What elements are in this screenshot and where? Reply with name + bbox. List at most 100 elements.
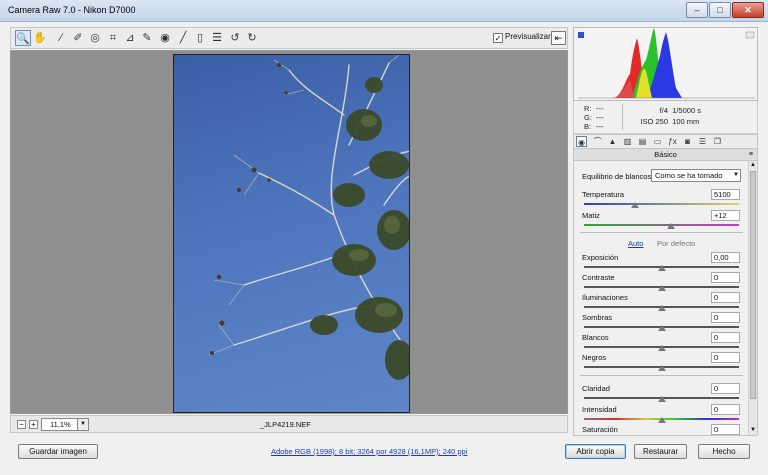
done-button[interactable]: Hecho	[698, 444, 750, 459]
zoom-out-button[interactable]: −	[17, 420, 26, 429]
slider-thumb[interactable]	[666, 223, 675, 230]
slider-track[interactable]	[584, 203, 739, 205]
scroll-up-icon[interactable]: ▲	[749, 161, 757, 169]
minimize-button[interactable]: –	[686, 2, 708, 18]
spot-removal-tool-icon[interactable]: ✎	[139, 30, 155, 46]
default-link[interactable]: Por defecto	[657, 239, 695, 248]
slider-value-field[interactable]: 0	[711, 292, 740, 303]
open-copy-button[interactable]: Abrir copia	[565, 444, 626, 459]
histogram	[573, 27, 758, 101]
tree-photo	[208, 55, 409, 380]
divider	[622, 104, 623, 130]
graduated-filter-icon[interactable]: ▯	[192, 30, 208, 46]
basic-panel: Equilibrio de blancos: Como se ha tomado…	[573, 161, 758, 436]
adjustment-brush-icon[interactable]: ╱	[175, 30, 191, 46]
slider-value-field[interactable]: 0	[711, 272, 740, 283]
slider-thumb[interactable]	[657, 345, 666, 352]
workflow-options-link[interactable]: Adobe RGB (1998); 8 bit; 3264 por 4928 (…	[271, 447, 467, 456]
slider-label: Sombras	[582, 313, 613, 322]
window-title: Camera Raw 7.0 - Nikon D7000	[8, 5, 136, 15]
rotate-right-icon[interactable]: ↻	[244, 30, 260, 46]
preview-checkbox[interactable]: ✓	[493, 33, 503, 43]
slider-value-field[interactable]: 0	[711, 332, 740, 343]
tab-snapshots-icon[interactable]: ❐	[712, 136, 723, 147]
tab-detail-icon[interactable]: ▲	[607, 136, 618, 147]
slider-value-field[interactable]: 0	[711, 424, 740, 435]
highlight-clipping-icon	[745, 31, 755, 39]
tab-lens-corrections-icon[interactable]: ▭	[652, 136, 663, 147]
red-eye-tool-icon[interactable]: ◉	[157, 30, 173, 46]
scroll-down-icon[interactable]: ▼	[749, 426, 757, 434]
white-balance-tool-icon[interactable]: ⁄	[53, 30, 69, 46]
tab-presets-icon[interactable]: ☰	[697, 136, 708, 147]
slider-thumb[interactable]	[657, 265, 666, 272]
slider-value-field[interactable]: 0	[711, 383, 740, 394]
slider-label: Claridad	[582, 384, 610, 393]
slider-value-field[interactable]: 0	[711, 352, 740, 363]
panel-tabs: ◉ ⌒ ▲ ▥ ▤ ▭ ƒx ◙ ☰ ❐	[573, 134, 758, 149]
auto-link[interactable]: Auto	[628, 239, 643, 248]
filename-label: _JLP4219.NEF	[260, 420, 311, 429]
save-image-button[interactable]: Guardar imagen	[18, 444, 98, 459]
toolbar: 🔍 ✋ ⁄ ✐ ◎ ⌗ ⊿ ✎ ◉ ╱ ▯ ☰ ↺ ↻ ✓ Previsualizar ⇤	[10, 27, 568, 49]
hand-tool-icon[interactable]: ✋	[32, 30, 48, 46]
rotate-left-icon[interactable]: ↺	[227, 30, 243, 46]
tab-camera-calibration-icon[interactable]: ◙	[682, 136, 693, 147]
preview-toggle[interactable]: ✓ Previsualizar	[493, 32, 551, 43]
photo-preview[interactable]	[173, 54, 410, 413]
shadow-clipping-icon	[578, 32, 584, 38]
slider-value-field[interactable]: 0,00	[711, 252, 740, 263]
slider-thumb[interactable]	[657, 305, 666, 312]
zoom-tool-icon[interactable]: 🔍	[15, 30, 31, 46]
tab-effects-icon[interactable]: ƒx	[667, 136, 678, 147]
white-balance-value: Como se ha tomado	[655, 171, 723, 180]
divider	[580, 232, 743, 233]
slider-label: Saturación	[582, 425, 618, 434]
slider-label: Negros	[582, 353, 607, 362]
target-adjustment-tool-icon[interactable]: ◎	[87, 30, 103, 46]
slider-track[interactable]	[584, 224, 739, 226]
slider-label: Iluminaciones	[582, 293, 628, 302]
white-balance-select[interactable]: Como se ha tomado ▼	[651, 169, 741, 182]
slider-thumb[interactable]	[657, 365, 666, 372]
panel-header: Básico ≡	[573, 149, 758, 161]
slider-value-field[interactable]: +12	[711, 210, 740, 221]
crop-tool-icon[interactable]: ⌗	[105, 30, 121, 46]
slider-thumb[interactable]	[631, 202, 640, 209]
preferences-icon[interactable]: ☰	[209, 30, 225, 46]
tab-hsl-icon[interactable]: ▥	[622, 136, 633, 147]
zoom-select[interactable]: 11,1% ▼	[41, 418, 89, 431]
exposure-info: f/4 1/5000 s ISO 250 100 mm	[640, 106, 701, 126]
close-button[interactable]: ✕	[732, 2, 764, 18]
white-balance-label: Equilibrio de blancos:	[582, 172, 654, 181]
divider	[580, 375, 743, 376]
status-bar: − + 11,1% ▼ _JLP4219.NEF	[10, 415, 568, 433]
panel-scrollbar[interactable]: ▲ ▼	[748, 161, 757, 435]
pixel-info: R: --- G: --- B: --- f/4 1/5000 s ISO 250 1…	[573, 101, 758, 134]
zoom-in-button[interactable]: +	[29, 420, 38, 429]
slider-value-field[interactable]: 0	[711, 312, 740, 323]
straighten-tool-icon[interactable]: ⊿	[122, 30, 138, 46]
slider-label: Intensidad	[582, 405, 617, 414]
slider-thumb[interactable]	[657, 396, 666, 403]
color-sampler-tool-icon[interactable]: ✐	[70, 30, 86, 46]
image-canvas[interactable]	[10, 50, 568, 414]
tab-split-toning-icon[interactable]: ▤	[637, 136, 648, 147]
slider-thumb[interactable]	[657, 417, 666, 424]
tab-basic-icon[interactable]: ◉	[576, 136, 587, 147]
scroll-thumb[interactable]	[750, 171, 756, 399]
slider-thumb[interactable]	[657, 325, 666, 332]
slider-value-field[interactable]: 0	[711, 404, 740, 415]
reset-button[interactable]: Restaurar	[634, 444, 687, 459]
slider-label: Exposición	[582, 253, 619, 262]
rgb-readout: R: --- G: --- B: ---	[584, 104, 604, 131]
slider-thumb[interactable]	[657, 285, 666, 292]
slider-value-field[interactable]: 5100	[711, 189, 740, 200]
zoom-value: 11,1%	[50, 420, 71, 429]
tab-tone-curve-icon[interactable]: ⌒	[592, 136, 603, 147]
panel-menu-icon[interactable]: ≡	[749, 149, 753, 160]
slider-label: Matiz	[582, 211, 600, 220]
maximize-button[interactable]: □	[709, 2, 731, 18]
fullscreen-toggle-icon[interactable]: ⇤	[551, 31, 566, 45]
histogram-graph	[578, 28, 755, 99]
